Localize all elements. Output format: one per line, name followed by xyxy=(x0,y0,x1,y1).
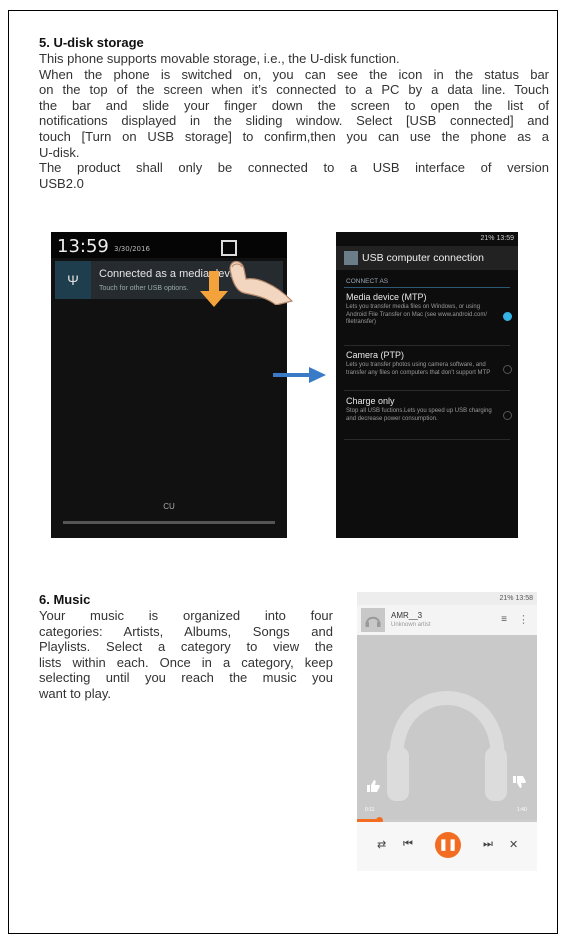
screen-title: USB computer connection xyxy=(362,252,484,264)
usb-icon: Ψ xyxy=(55,261,91,299)
headphones-icon xyxy=(365,616,381,627)
usb-line: on the top of the screen when it’s conne… xyxy=(39,82,549,98)
queue-icon[interactable]: ≡ xyxy=(501,614,507,625)
arrow-right-icon xyxy=(273,373,311,377)
elapsed-time: 0:11 xyxy=(365,807,375,813)
music-line: lists within each. Once in a category, k… xyxy=(39,654,333,670)
radio-mtp[interactable] xyxy=(503,312,512,321)
usb-line: touch [Turn on USB storage] to confirm,t… xyxy=(39,128,549,144)
option-title: Media device (MTP) xyxy=(346,292,427,302)
clock: 13:59 xyxy=(57,236,109,257)
app-bar: USB computer connection xyxy=(336,246,518,270)
pause-button[interactable]: ❚❚ xyxy=(435,832,461,858)
usb-line: U-disk. xyxy=(39,144,80,160)
option-title: Camera (PTP) xyxy=(346,350,405,360)
option-title: Charge only xyxy=(346,396,395,406)
music-line: want to play. xyxy=(39,685,112,701)
music-player-screenshot: 21% 13:58 AMR__3 Unknown artist ≡ ⋮ 0:11 xyxy=(357,592,537,871)
usb-line: This phone supports movable storage, i.e… xyxy=(39,51,400,66)
usb-line: USB2.0 xyxy=(39,175,84,191)
music-line: Your music is organized into four xyxy=(39,608,333,623)
radio-ptp[interactable] xyxy=(503,365,512,374)
status-text: 21% 13:59 xyxy=(480,235,514,242)
music-line: Playlists. Select a category to view the xyxy=(39,639,333,655)
status-bar: 21% 13:59 xyxy=(336,232,518,246)
option-mtp[interactable]: Media device (MTP) Lets you transfer med… xyxy=(346,292,496,327)
music-paragraph: Your music is organized into four catego… xyxy=(39,608,333,702)
section-title-usb: 5. U-disk storage xyxy=(39,35,144,50)
now-playing-header: AMR__3 Unknown artist ≡ ⋮ xyxy=(357,605,537,635)
date: 3/30/2016 xyxy=(114,245,150,253)
notification-subtitle: Touch for other USB options. xyxy=(99,285,189,292)
music-line: categories: Artists, Albums, Songs and xyxy=(39,623,333,639)
album-thumbnail[interactable] xyxy=(361,608,385,632)
thumbs-up-icon[interactable] xyxy=(367,780,380,792)
divider xyxy=(344,390,510,391)
usb-line: The product shall only be connected to a… xyxy=(39,160,549,176)
previous-icon[interactable]: ⏮ xyxy=(403,838,413,851)
option-ptp[interactable]: Camera (PTP) Lets you transfer photos us… xyxy=(346,350,496,377)
arrow-down-tip-icon xyxy=(200,291,228,307)
settings-usb-icon[interactable] xyxy=(344,251,358,265)
repeat-icon[interactable]: ⇄ xyxy=(377,838,386,851)
option-desc: Lets you transfer photos using camera so… xyxy=(346,362,491,376)
usb-paragraph: This phone supports movable storage, i.e… xyxy=(39,51,549,191)
large-headphones-icon: 0:11 1:40 xyxy=(365,691,527,813)
connect-as-caption: CONNECT AS xyxy=(346,278,389,285)
usb-line: When the phone is switched on, you can s… xyxy=(39,66,549,82)
shuffle-icon[interactable]: ✕ xyxy=(509,838,518,851)
song-title: AMR__3 xyxy=(391,611,423,620)
next-icon[interactable]: ⏭ xyxy=(483,838,493,851)
notification-title: Connected as a media device xyxy=(99,268,244,280)
radio-charge[interactable] xyxy=(503,411,512,420)
option-desc: Lets you transfer media files on Windows… xyxy=(346,304,488,325)
usb-connection-screenshot: 21% 13:59 USB computer connection CONNEC… xyxy=(336,232,518,538)
status-bar: 21% 13:58 xyxy=(357,592,537,605)
option-charge[interactable]: Charge only Stop all USB fuctions.Lets y… xyxy=(346,396,496,423)
music-line: selecting until you reach the music you xyxy=(39,670,333,686)
usb-line: notifications displayed in the sliding w… xyxy=(39,113,549,129)
arrow-down-icon xyxy=(209,271,219,293)
status-text: 21% 13:58 xyxy=(499,595,533,602)
carrier-label: CU xyxy=(163,502,175,511)
caption-divider xyxy=(344,287,510,288)
divider xyxy=(344,439,510,440)
thumbs-down-icon[interactable] xyxy=(513,776,526,788)
option-desc: Stop all USB fuctions.Lets you speed up … xyxy=(346,408,492,422)
album-art: 0:11 1:40 xyxy=(357,635,537,819)
overflow-menu-icon[interactable]: ⋮ xyxy=(518,613,529,626)
playback-controls: ⇄ ⏮ ❚❚ ⏭ ✕ xyxy=(357,822,537,871)
artist-name: Unknown artist xyxy=(391,622,431,628)
divider xyxy=(344,345,510,346)
arrow-right-tip-icon xyxy=(309,367,326,383)
usb-line: the bar and slide your finger down the s… xyxy=(39,97,549,113)
finger-icon xyxy=(229,260,294,305)
section-title-music: 6. Music xyxy=(39,592,91,607)
duration-time: 1:40 xyxy=(517,807,527,813)
drag-handle[interactable] xyxy=(63,521,275,524)
